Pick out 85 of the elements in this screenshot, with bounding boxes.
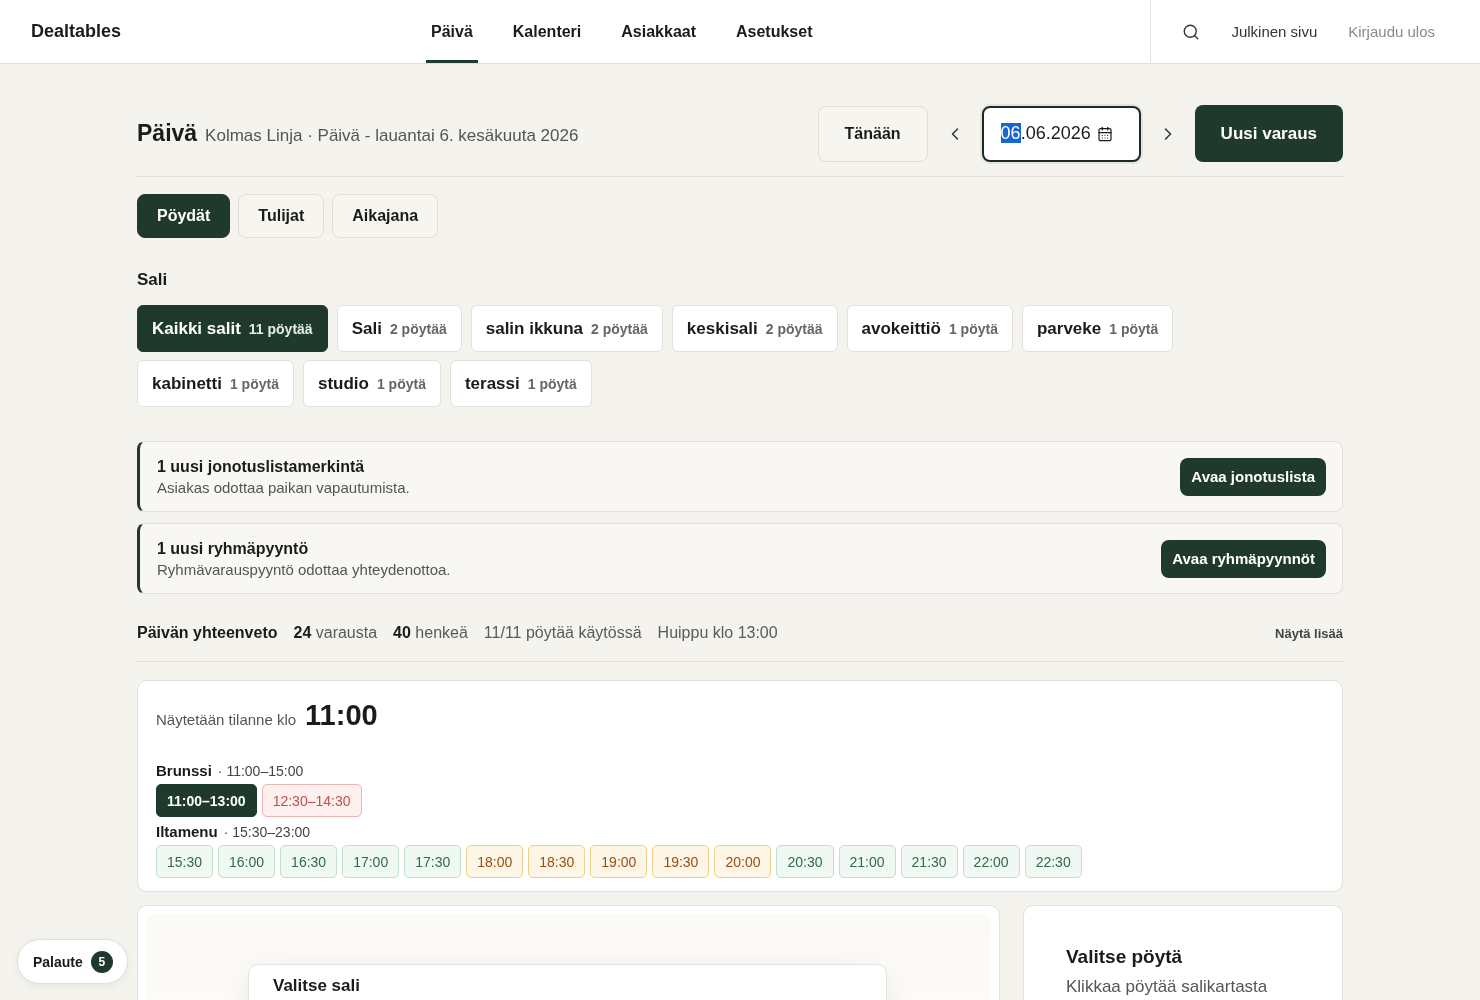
open-button[interactable]: Avaa ryhmäpyynnöt xyxy=(1161,539,1326,578)
service-hours: · 15:30–23:00 xyxy=(223,824,311,840)
table-count: 2 pöytää xyxy=(591,320,648,337)
hall-chip[interactable]: kabinetti 1 pöytä xyxy=(137,360,294,407)
hall-name: terassi xyxy=(464,373,520,394)
hall-chip[interactable]: salin ikkuna 2 pöytää xyxy=(470,305,663,352)
hall-chip[interactable]: studio 1 pöytä xyxy=(302,360,441,407)
notice-title: 1 uusi ryhmäpyyntö xyxy=(157,539,310,558)
notice-text: Asiakas odottaa paikan vapautumista. xyxy=(157,478,410,496)
service-hours: · 11:00–15:00 xyxy=(217,763,304,779)
nav-tab[interactable]: Asiakkaat xyxy=(616,0,701,63)
time-slot[interactable]: 17:30 xyxy=(404,845,462,878)
search-icon[interactable] xyxy=(1182,22,1201,41)
summary-title: Päivän yhteenveto xyxy=(137,624,278,642)
new-booking-button[interactable]: Uusi varaus xyxy=(1194,105,1343,162)
date-field[interactable]: 06.06.2026 xyxy=(981,105,1141,162)
count-badge: 5 xyxy=(90,950,113,973)
hall-name: kabinetti xyxy=(152,373,222,394)
table-count: 1 pöytä xyxy=(1109,320,1159,337)
dialog-title: Valitse sali xyxy=(273,976,361,996)
calendar-icon[interactable] xyxy=(1096,125,1113,142)
time-slot[interactable]: 11:00–13:00 xyxy=(156,784,257,817)
notice-text: Ryhmävarauspyyntö odottaa yhteydenottoa. xyxy=(157,560,451,578)
hall-name: avokeittiö xyxy=(861,318,941,339)
nav-tab[interactable]: Kalenteri xyxy=(507,0,587,63)
view-tab[interactable]: Tulijat xyxy=(238,194,325,238)
view-tab[interactable]: Aikajana xyxy=(332,194,439,238)
time-slot[interactable]: 18:00 xyxy=(466,845,524,878)
hall-name: Kaikki salit xyxy=(152,318,241,339)
time-label: Näytetään tilanne klo xyxy=(156,711,297,728)
panel-title: Valitse pöytä xyxy=(1066,946,1184,968)
service-name: Iltamenu xyxy=(156,823,218,840)
hall-chip[interactable]: avokeittiö 1 pöytä xyxy=(846,305,1013,352)
time-slot[interactable]: 20:00 xyxy=(714,845,772,878)
section-label: Sali xyxy=(137,270,169,290)
header-link[interactable]: Kirjaudu ulos xyxy=(1348,23,1435,40)
time-slot[interactable]: 16:30 xyxy=(280,845,338,878)
time-slot[interactable]: 19:30 xyxy=(652,845,710,878)
time-slot[interactable]: 22:30 xyxy=(1024,845,1082,878)
page-subtitle: Kolmas Linja · Päivä - lauantai 6. kesäkuuta 2026 xyxy=(205,126,579,146)
panel-text: Klikkaa pöytää salikartasta xyxy=(1066,977,1269,997)
time-slot[interactable]: 17:00 xyxy=(342,845,400,878)
table-count: 2 pöytää xyxy=(389,320,447,337)
time-slot[interactable]: 12:30–14:30 xyxy=(261,784,362,817)
table-count: 11 pöytää xyxy=(248,320,313,337)
time-slot[interactable]: 19:00 xyxy=(590,845,648,878)
header-link[interactable]: Julkinen sivu xyxy=(1231,23,1318,40)
feedback-button[interactable]: Palaute 5 xyxy=(17,939,128,984)
nav-tab[interactable]: Päivä xyxy=(426,0,478,63)
page-title: Päivä xyxy=(137,120,198,147)
time-slot[interactable]: 18:30 xyxy=(528,845,586,878)
today-button[interactable]: Tänään xyxy=(817,105,928,162)
hall-name: keskisali xyxy=(686,318,758,339)
table-count: 1 pöytä xyxy=(948,320,998,337)
summary-stat: Huippu klo 13:00 xyxy=(657,624,778,642)
time-slot[interactable]: 22:00 xyxy=(962,845,1020,878)
hall-chip[interactable]: parveke 1 pöytä xyxy=(1021,305,1174,352)
time-slot[interactable]: 21:30 xyxy=(900,845,958,878)
hall-name: parveke xyxy=(1036,318,1102,339)
open-button[interactable]: Avaa jonotuslista xyxy=(1180,457,1326,496)
nav-tab[interactable]: Asetukset xyxy=(731,0,818,63)
current-time: 11:00 xyxy=(305,699,378,732)
logo-text: Dealtables xyxy=(30,20,123,43)
summary-stat: 24 varausta xyxy=(293,624,378,642)
show-more-link[interactable]: Näytä lisää xyxy=(1275,624,1343,641)
hall-name: studio xyxy=(317,373,369,394)
hall-chip[interactable]: terassi 1 pöytä xyxy=(449,360,592,407)
summary-stat: 40 henkeä xyxy=(393,624,468,642)
notice-title: 1 uusi jonotuslistamerkintä xyxy=(157,457,366,476)
hall-chip[interactable]: keskisali 2 pöytää xyxy=(671,305,838,352)
service-name: Brunssi xyxy=(156,762,212,779)
table-count: 1 pöytä xyxy=(376,375,426,392)
table-count: 1 pöytä xyxy=(527,375,577,392)
view-tab[interactable]: Pöydät xyxy=(137,194,231,238)
table-count: 2 pöytää xyxy=(765,320,823,337)
time-slot[interactable]: 20:30 xyxy=(776,845,834,878)
hall-name: salin ikkuna xyxy=(485,318,584,339)
table-count: 1 pöytä xyxy=(229,375,279,392)
summary-stat: 11/11 pöytää käytössä xyxy=(483,624,642,642)
time-slot[interactable]: 16:00 xyxy=(218,845,276,878)
hall-chip[interactable]: Kaikki salit 11 pöytää xyxy=(137,305,328,352)
hall-chip[interactable]: Sali 2 pöytää xyxy=(336,305,462,352)
time-slot[interactable]: 21:00 xyxy=(838,845,896,878)
time-slot[interactable]: 15:30 xyxy=(156,845,214,878)
hall-name: Sali xyxy=(351,318,382,339)
